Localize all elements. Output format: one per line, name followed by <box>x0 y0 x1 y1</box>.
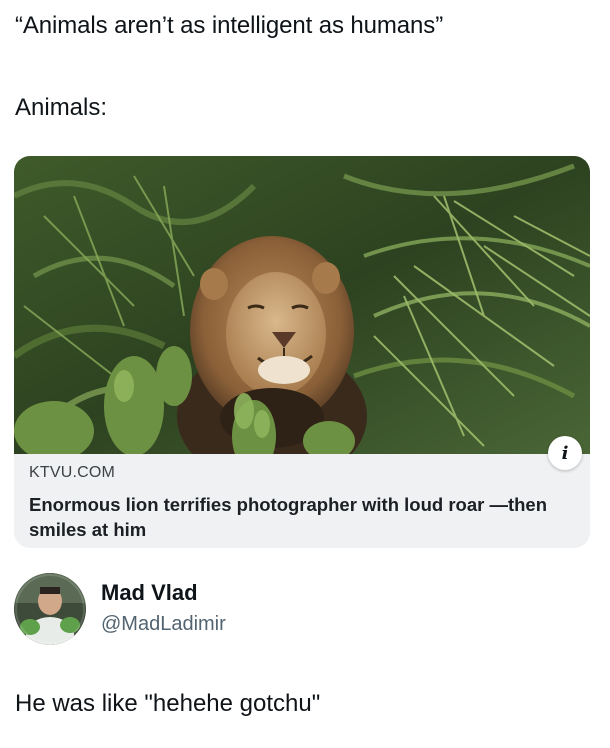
author-handle[interactable]: @MadLadimir <box>101 613 226 636</box>
avatar[interactable] <box>14 573 86 645</box>
lion-photo[interactable] <box>14 156 590 454</box>
news-link-card[interactable]: i KTVU.COM Enormous lion terrifies photo… <box>14 156 590 548</box>
post-animals-text: Animals: <box>15 94 108 121</box>
card-domain: KTVU.COM <box>29 464 116 481</box>
author-display-name[interactable]: Mad Vlad <box>101 580 198 606</box>
info-icon[interactable]: i <box>548 436 582 470</box>
card-headline[interactable]: Enormous lion terrifies photographer wit… <box>29 492 579 542</box>
reply-text: He was like "hehehe gotchu" <box>15 690 321 717</box>
post-quote-text: “Animals aren’t as intelligent as humans… <box>15 12 444 39</box>
